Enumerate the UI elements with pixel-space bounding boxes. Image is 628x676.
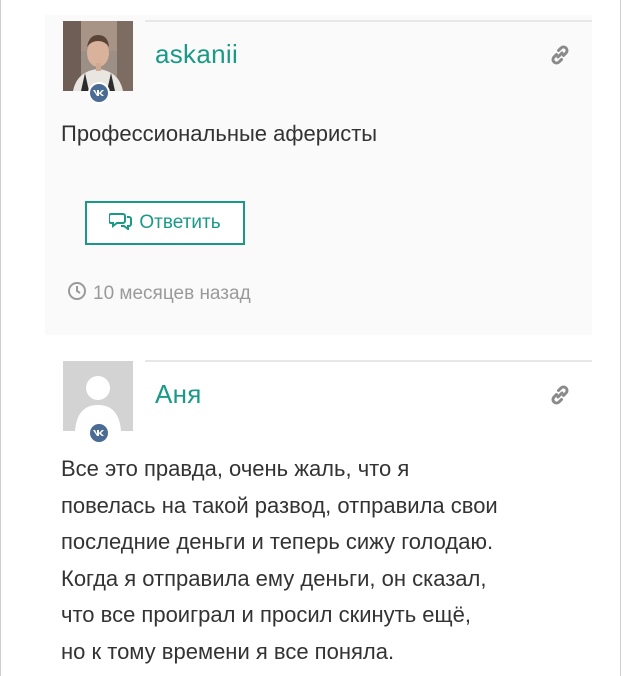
page-border-right	[620, 0, 621, 676]
comment-text-line: но к тому времени я все поняла.	[61, 638, 395, 664]
comment-text-line: последние деньги и теперь сижу голодаю.	[61, 529, 494, 554]
vk-badge-icon	[88, 422, 110, 444]
default-avatar-icon	[63, 361, 133, 431]
clock-icon	[67, 281, 87, 307]
comment-author[interactable]: Аня	[155, 379, 202, 410]
permalink-icon[interactable]	[548, 43, 572, 67]
page-border-left	[0, 0, 1, 676]
comment-time-label: 10 месяцев назад	[93, 283, 251, 304]
comment-card: askanii Профессиональные аферисты Ответи…	[45, 15, 592, 335]
comment-divider	[145, 20, 592, 22]
comment-author[interactable]: askanii	[155, 39, 238, 70]
comment-time: 10 месяцев назад	[67, 281, 251, 307]
avatar[interactable]	[63, 361, 133, 444]
permalink-icon[interactable]	[548, 383, 572, 407]
vk-badge-icon	[88, 82, 110, 104]
avatar[interactable]	[63, 21, 133, 104]
comment-text-line: что все проиграл и просил скинуть ещё,	[61, 602, 471, 627]
reply-button[interactable]: Ответить	[85, 201, 245, 245]
speech-bubbles-icon	[108, 210, 133, 236]
comment-text-line: повелась на такой развод, отправила свои	[61, 492, 498, 518]
comment-text-line: Все это правда, очень жаль, что я	[61, 456, 410, 481]
user-photo	[63, 21, 133, 91]
comment-divider	[145, 360, 592, 362]
comment-card: Аня Все это правда, очень жаль, что я по…	[45, 355, 592, 676]
reply-button-label: Ответить	[139, 212, 221, 233]
comment-text: Профессиональные аферисты	[61, 121, 378, 146]
comment-text: Все это правда, очень жаль, что я повела…	[61, 451, 591, 670]
comment-text-line: Когда я отправила ему деньги, он сказал,	[61, 565, 487, 591]
